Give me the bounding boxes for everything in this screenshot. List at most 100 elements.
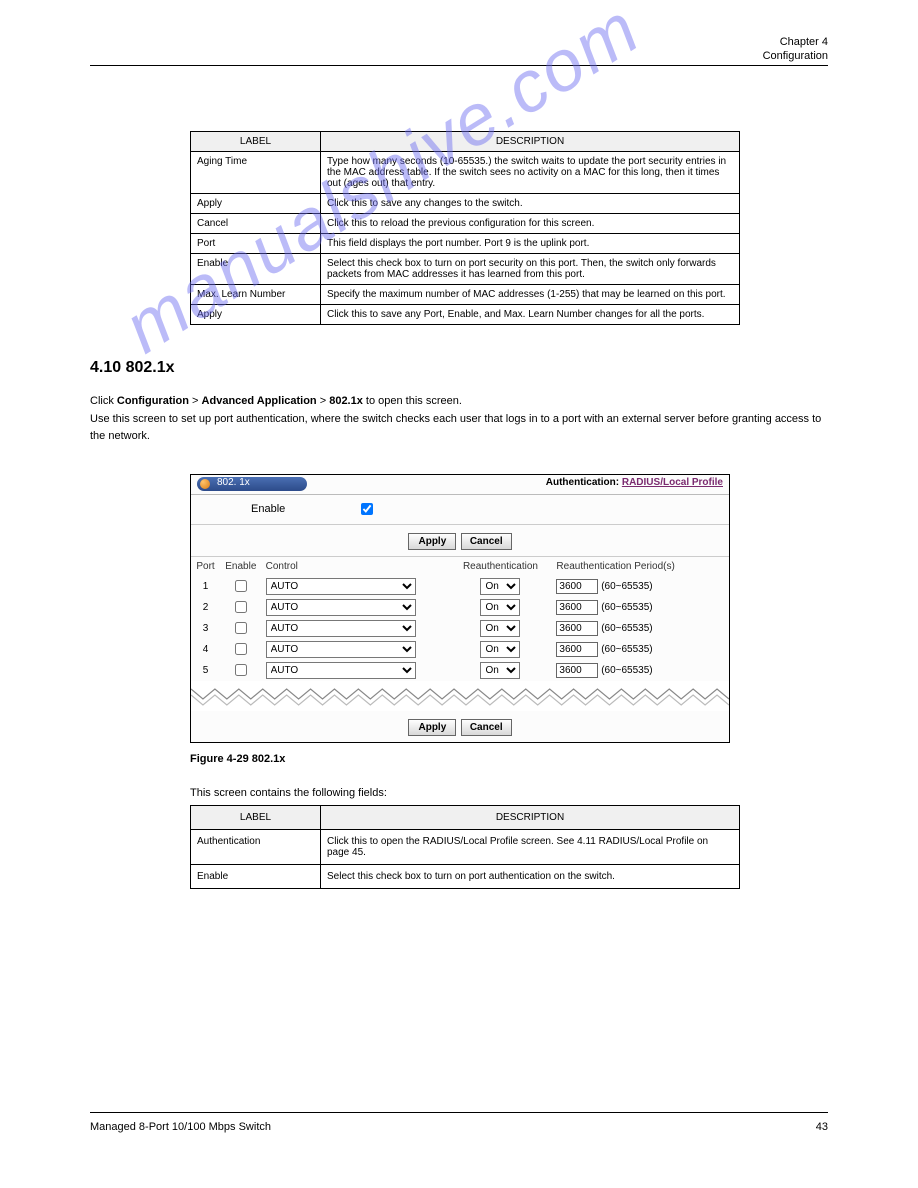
ss-port-row: 2 AUTO On (60~65535) [191, 597, 729, 618]
ss-period-input[interactable] [556, 642, 598, 657]
t1-r6-desc: Click this to save any Port, Enable, and… [321, 305, 740, 325]
chapter-number: Chapter 4 [780, 36, 828, 48]
cancel-button-bottom[interactable]: Cancel [461, 719, 512, 736]
para1-b3: 802.1x [329, 395, 363, 407]
ss-reauth-select[interactable]: On [480, 662, 520, 679]
para1-b2: Advanced Application [202, 395, 317, 407]
table-row: CancelClick this to reload the previous … [191, 214, 740, 234]
table2-intro: This screen contains the following field… [190, 787, 828, 799]
table-row: ApplyClick this to save any changes to t… [191, 194, 740, 214]
t1-r5-label: Max. Learn Number [191, 285, 321, 305]
ss-period-range: (60~65535) [601, 581, 652, 592]
top-rule [90, 65, 828, 66]
ss-period-input[interactable] [556, 579, 598, 594]
ss-control-select[interactable]: AUTO [266, 599, 416, 616]
ss-port-row: 5 AUTO On (60~65535) [191, 660, 729, 681]
para1-suffix: to open this screen. [363, 395, 462, 407]
ss-title-text: 802. 1x [217, 477, 250, 488]
ss-port-num: 2 [191, 597, 220, 618]
labels-table-2: LABEL DESCRIPTION AuthenticationClick th… [190, 805, 740, 889]
col-port: Port [191, 557, 220, 576]
ss-control-select[interactable]: AUTO [266, 620, 416, 637]
ss-period-range: (60~65535) [601, 602, 652, 613]
ss-top-buttons: Apply Cancel [191, 525, 729, 557]
table-row: Max. Learn NumberSpecify the maximum num… [191, 285, 740, 305]
t2-head-label: LABEL [191, 805, 321, 829]
table-row: EnableSelect this check box to turn on p… [191, 864, 740, 888]
t1-head-desc: DESCRIPTION [321, 132, 740, 152]
ss-period-input[interactable] [556, 663, 598, 678]
col-enable: Enable [220, 557, 262, 576]
t1-r3-label: Port [191, 234, 321, 254]
ss-reauth-select[interactable]: On [480, 578, 520, 595]
para1-prefix: Click [90, 395, 117, 407]
ss-header: 802. 1x Authentication: RADIUS/Local Pro… [191, 475, 729, 495]
footer-rule [90, 1112, 828, 1113]
table-row: EnableSelect this check box to turn on p… [191, 254, 740, 285]
ss-port-enable-checkbox[interactable] [235, 643, 247, 655]
ss-port-enable-checkbox[interactable] [235, 622, 247, 634]
t1-r0-label: Aging Time [191, 152, 321, 194]
table-row: PortThis field displays the port number.… [191, 234, 740, 254]
apply-button-top[interactable]: Apply [408, 533, 456, 550]
col-reauth: Reauthentication [449, 557, 553, 576]
torn-edge-icon [191, 681, 729, 711]
col-control: Control [262, 557, 449, 576]
ss-port-enable-checkbox[interactable] [235, 580, 247, 592]
ss-reauth-select[interactable]: On [480, 599, 520, 616]
ss-port-row: 4 AUTO On (60~65535) [191, 639, 729, 660]
ss-port-num: 3 [191, 618, 220, 639]
section-body: Click Configuration > Advanced Applicati… [90, 393, 828, 446]
t2-r1-label: Enable [191, 864, 321, 888]
ss-reauth-select[interactable]: On [480, 620, 520, 637]
ss-control-select[interactable]: AUTO [266, 641, 416, 658]
ss-bottom-buttons: Apply Cancel [191, 711, 729, 742]
t1-r0-desc: Type how many seconds (10-65535.) the sw… [321, 152, 740, 194]
t2-r1-desc: Select this check box to turn on port au… [321, 864, 740, 888]
ss-auth: Authentication: RADIUS/Local Profile [546, 477, 723, 488]
ss-period-input[interactable] [556, 600, 598, 615]
ss-control-select[interactable]: AUTO [266, 578, 416, 595]
ss-reauth-select[interactable]: On [480, 641, 520, 658]
chapter-title: Configuration [763, 50, 828, 62]
ss-port-num: 5 [191, 660, 220, 681]
ss-port-num: 4 [191, 639, 220, 660]
ss-control-select[interactable]: AUTO [266, 662, 416, 679]
footer-product: Managed 8-Port 10/100 Mbps Switch [90, 1121, 271, 1133]
screenshot-8021x: 802. 1x Authentication: RADIUS/Local Pro… [190, 474, 730, 743]
para1-mid: > [189, 395, 202, 407]
enable-label: Enable [251, 503, 285, 515]
ss-period-range: (60~65535) [601, 665, 652, 676]
section-heading: 4.10 802.1x [90, 359, 828, 377]
pill-dot-icon [200, 479, 210, 489]
ss-port-num: 1 [191, 576, 220, 597]
footer-page-number: 43 [816, 1121, 828, 1133]
cancel-button-top[interactable]: Cancel [461, 533, 512, 550]
apply-button-bottom[interactable]: Apply [408, 719, 456, 736]
t2-r0-desc: Click this to open the RADIUS/Local Prof… [321, 829, 740, 864]
ss-port-table: Port Enable Control Reauthentication Rea… [191, 557, 729, 681]
figure-caption: Figure 4-29 802.1x [190, 753, 828, 765]
t1-r2-desc: Click this to reload the previous config… [321, 214, 740, 234]
ss-period-range: (60~65535) [601, 644, 652, 655]
ss-port-enable-checkbox[interactable] [235, 601, 247, 613]
t2-r0-label: Authentication [191, 829, 321, 864]
radius-local-profile-link[interactable]: RADIUS/Local Profile [622, 477, 723, 488]
ss-period-range: (60~65535) [601, 623, 652, 634]
enable-checkbox[interactable] [361, 503, 373, 515]
t1-r1-desc: Click this to save any changes to the sw… [321, 194, 740, 214]
ss-port-enable-checkbox[interactable] [235, 664, 247, 676]
para1-mid2: > [317, 395, 330, 407]
labels-table-1: LABEL DESCRIPTION Aging TimeType how man… [190, 131, 740, 325]
t1-r4-desc: Select this check box to turn on port se… [321, 254, 740, 285]
t1-r4-label: Enable [191, 254, 321, 285]
t1-r6-label: Apply [191, 305, 321, 325]
ss-port-row: 3 AUTO On (60~65535) [191, 618, 729, 639]
table-row: AuthenticationClick this to open the RAD… [191, 829, 740, 864]
ss-period-input[interactable] [556, 621, 598, 636]
para1-b1: Configuration [117, 395, 189, 407]
t1-r3-desc: This field displays the port number. Por… [321, 234, 740, 254]
ss-enable-row: Enable [191, 495, 729, 525]
t2-head-desc: DESCRIPTION [321, 805, 740, 829]
t1-head-label: LABEL [191, 132, 321, 152]
